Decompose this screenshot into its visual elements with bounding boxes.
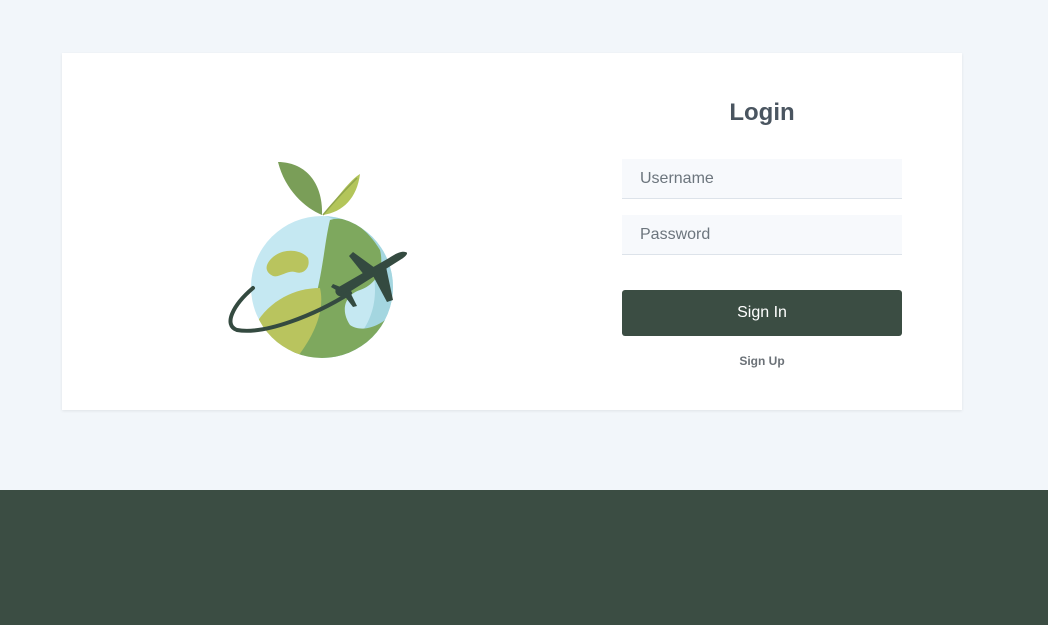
sign-up-link[interactable]: Sign Up <box>622 354 902 368</box>
login-title: Login <box>729 99 795 126</box>
login-page: Login Sign In Sign Up <box>0 0 1048 625</box>
login-form: Login Sign In Sign Up <box>622 53 902 368</box>
sign-in-button[interactable]: Sign In <box>622 290 902 336</box>
footer-band <box>0 490 1048 625</box>
username-input[interactable] <box>622 159 902 199</box>
password-input[interactable] <box>622 215 902 255</box>
globe-airplane-logo-icon <box>225 160 410 360</box>
